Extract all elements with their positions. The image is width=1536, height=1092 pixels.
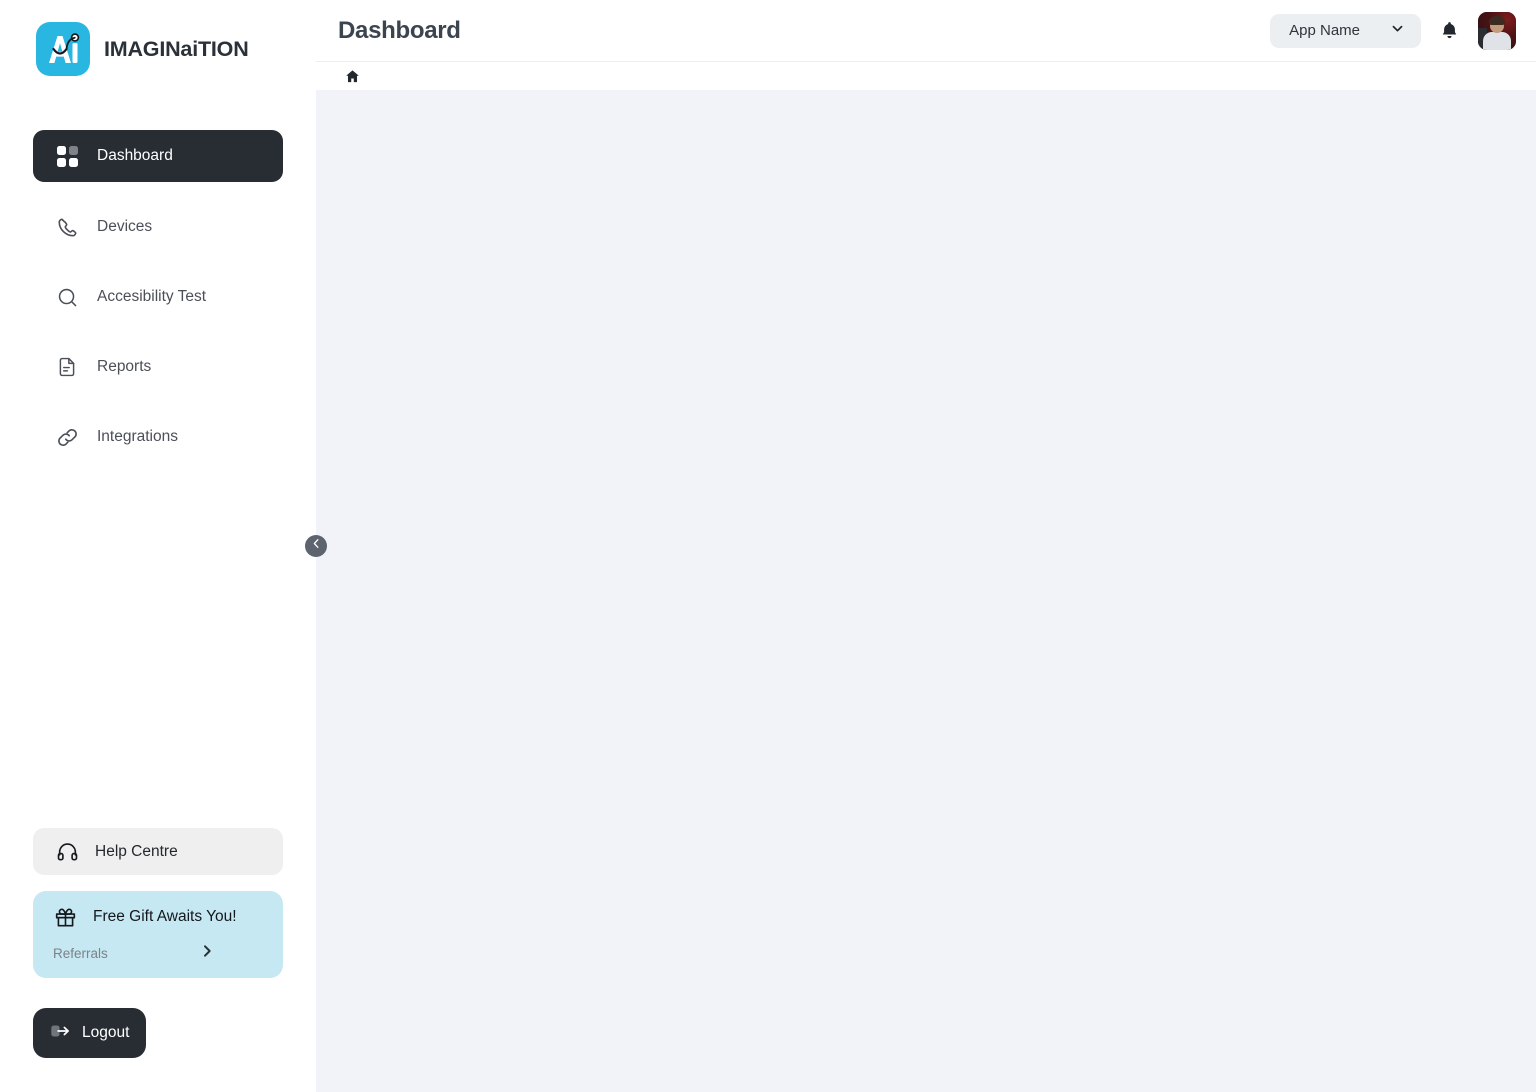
chevron-right-icon[interactable]	[199, 943, 215, 964]
logout-icon	[49, 1020, 71, 1047]
sidebar-item-devices[interactable]: Devices	[33, 202, 283, 252]
gift-icon	[53, 905, 77, 929]
chevron-left-icon	[310, 537, 323, 555]
breadcrumb	[316, 62, 1536, 90]
free-gift-footer: Referrals	[53, 943, 265, 964]
brand-name: IMAGINaiTION	[104, 36, 249, 61]
sidebar-item-label: Dashboard	[97, 147, 173, 165]
avatar-body	[1483, 31, 1511, 50]
app-name-dropdown[interactable]: App Name	[1270, 13, 1421, 48]
dashboard-content	[316, 90, 1536, 1092]
sidebar-item-label: Reports	[97, 358, 152, 376]
sidebar-collapse-button[interactable]	[305, 535, 327, 557]
avatar[interactable]	[1478, 11, 1516, 50]
app-root: IMAGINaiTION Dashboard Devices Accesibil…	[0, 0, 1536, 1092]
sidebar-item-label: Devices	[97, 218, 153, 236]
sidebar-item-dashboard[interactable]: Dashboard	[33, 130, 283, 182]
search-icon	[55, 285, 79, 309]
headphones-icon	[55, 840, 79, 864]
free-gift-title: Free Gift Awaits You!	[93, 908, 237, 925]
home-icon[interactable]	[344, 68, 361, 85]
free-gift-header: Free Gift Awaits You!	[53, 905, 265, 929]
logout-label: Logout	[82, 1024, 130, 1041]
sidebar-bottom: Help Centre Free Gift Awaits You! Referr…	[0, 828, 316, 978]
help-centre-button[interactable]: Help Centre	[33, 828, 283, 875]
sidebar-item-label: Accesibility Test	[97, 288, 207, 306]
ai-logo-icon	[36, 22, 90, 76]
avatar-hair	[1489, 15, 1505, 25]
phone-icon	[55, 215, 79, 239]
grid-icon	[55, 144, 79, 168]
top-bar-actions: App Name	[1270, 11, 1516, 50]
bell-icon[interactable]	[1439, 20, 1460, 41]
sidebar-nav: Dashboard Devices Accesibility Test Repo…	[0, 130, 316, 464]
document-icon	[55, 355, 79, 379]
link-icon	[55, 425, 79, 449]
referrals-label: Referrals	[53, 946, 108, 961]
sidebar-item-integrations[interactable]: Integrations	[33, 412, 283, 462]
free-gift-card[interactable]: Free Gift Awaits You! Referrals	[33, 891, 283, 978]
logout-button[interactable]: Logout	[33, 1008, 146, 1058]
main-area: Dashboard App Name	[316, 0, 1536, 1092]
sidebar-item-reports[interactable]: Reports	[33, 342, 283, 392]
top-bar: Dashboard App Name	[316, 0, 1536, 62]
sidebar-item-accesibility-test[interactable]: Accesibility Test	[33, 272, 283, 322]
app-name-value: App Name	[1289, 22, 1360, 39]
sidebar: IMAGINaiTION Dashboard Devices Accesibil…	[0, 0, 327, 1092]
sidebar-item-label: Integrations	[97, 428, 178, 446]
help-centre-label: Help Centre	[95, 842, 178, 860]
page-title: Dashboard	[338, 16, 461, 44]
sidebar-bottom-pad	[0, 1058, 316, 1092]
chevron-down-icon	[1390, 21, 1405, 40]
brand: IMAGINaiTION	[0, 0, 316, 80]
